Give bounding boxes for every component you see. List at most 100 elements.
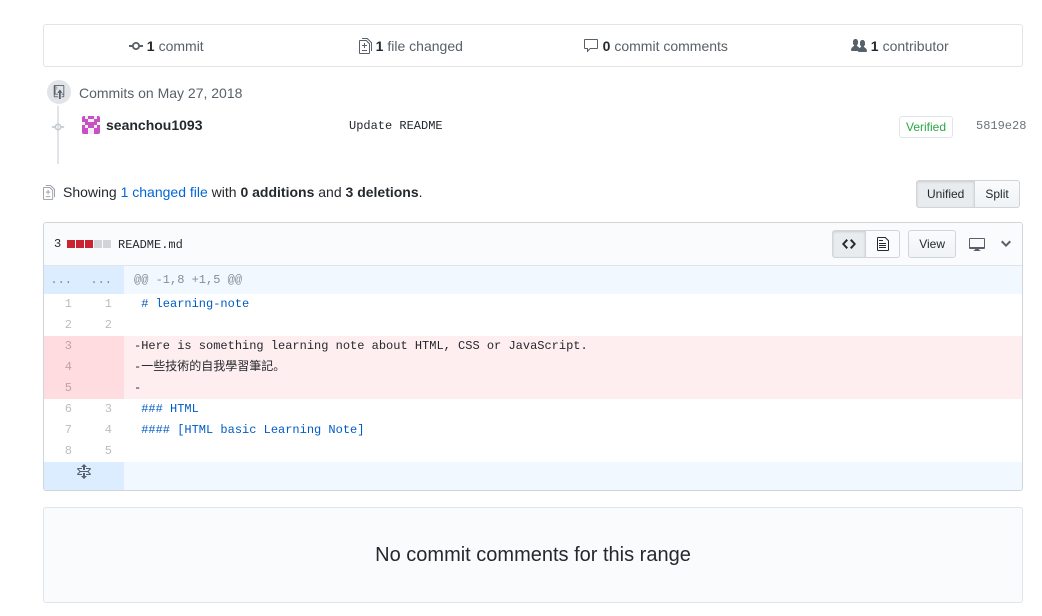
summary-commits[interactable]: 1 commit	[44, 25, 289, 66]
diff-line-text: -一些技術的自我學習筆記。	[134, 360, 286, 374]
new-line-number[interactable]: 4	[84, 420, 124, 441]
hunk-header: @@ -1,8 +1,5 @@	[124, 266, 1022, 294]
contributors-count: 1	[870, 37, 879, 54]
diffstat-block	[85, 240, 94, 248]
contributors-label: contributor	[882, 37, 949, 54]
diff-line-code	[124, 441, 1022, 462]
diff-line-text: # learning-note	[134, 297, 250, 311]
device-desktop-icon[interactable]	[968, 236, 986, 252]
diff-line-text: -	[134, 381, 142, 395]
diff-line-code: -一些技術的自我學習筆記。	[124, 357, 1022, 378]
people-icon	[850, 38, 867, 52]
diff-line-code: -Here is something learning note about H…	[124, 336, 1022, 357]
old-line-number[interactable]: 4	[44, 357, 84, 378]
stats-showing: Showing	[63, 184, 117, 200]
summary-files[interactable]: 1 file changed	[289, 25, 534, 66]
repo-push-icon	[45, 78, 73, 106]
render-toggle	[832, 230, 901, 258]
hunk-old-ellipsis[interactable]: ...	[44, 266, 84, 294]
old-line-number[interactable]: 6	[44, 399, 84, 420]
diff-line-text: ### HTML	[134, 402, 199, 416]
diff-view-toggle: Unified Split	[916, 180, 1020, 208]
diff-line-code: #### [HTML basic Learning Note]	[124, 420, 1022, 441]
file-icon[interactable]	[866, 230, 901, 258]
commit-sha-link[interactable]: 5819e28	[976, 119, 1026, 133]
diffstat: 3	[54, 237, 112, 251]
file-diff-icon	[358, 37, 372, 54]
old-line-number[interactable]: 3	[44, 336, 84, 357]
diff-line-code: ### HTML	[124, 399, 1022, 420]
commits-label: commit	[158, 37, 204, 54]
unfold-icon[interactable]	[44, 462, 124, 490]
diff-line-code: -	[124, 378, 1022, 399]
no-comments-title: No commit comments for this range	[375, 543, 691, 566]
diff-stats: Showing 1 changed file with 0 additions …	[43, 184, 423, 200]
new-line-number[interactable]	[84, 357, 124, 378]
split-view-button[interactable]: Split	[975, 180, 1020, 208]
files-label: file changed	[387, 37, 463, 54]
comment-icon	[583, 38, 598, 52]
expand-row-fill	[124, 462, 1022, 490]
git-commit-icon	[51, 123, 65, 131]
stats-with: with	[211, 184, 237, 200]
old-line-number[interactable]: 1	[44, 294, 84, 315]
diffstat-block	[67, 240, 76, 248]
comments-label: commit comments	[614, 37, 728, 54]
git-commit-icon	[128, 41, 143, 50]
diff-table: ... ... @@ -1,8 +1,5 @@ 11 # learning-no…	[44, 266, 1022, 490]
commits-count: 1	[146, 37, 155, 54]
timeline-line	[57, 104, 59, 164]
new-line-number[interactable]	[84, 378, 124, 399]
diff-line-context: 85	[44, 441, 1022, 462]
file-name-link[interactable]: README.md	[118, 238, 183, 252]
new-line-number[interactable]: 3	[84, 399, 124, 420]
diffstat-count: 3	[54, 237, 62, 251]
diff-line-deletion: 5-	[44, 378, 1022, 399]
file-header: 3 README.md View	[44, 223, 1022, 266]
diff-line-text: -Here is something learning note about H…	[134, 339, 588, 353]
new-line-number[interactable]: 5	[84, 441, 124, 462]
verified-badge[interactable]: Verified	[899, 116, 954, 138]
diffstat-block	[94, 240, 103, 248]
diff-line-deletion: 3 -Here is something learning note about …	[44, 336, 1022, 357]
diff-line-text: #### [HTML basic Learning Note]	[134, 423, 365, 437]
stats-deletions: 3 deletions	[345, 184, 419, 200]
summary-comments[interactable]: 0 commit comments	[533, 25, 778, 66]
summary-contributors[interactable]: 1 contributor	[778, 25, 1023, 66]
no-comments-box: No commit comments for this range	[43, 507, 1023, 603]
unified-view-button[interactable]: Unified	[916, 180, 976, 208]
stats-additions: 0 additions	[240, 184, 315, 200]
view-file-button[interactable]: View	[908, 230, 956, 258]
old-line-number[interactable]: 8	[44, 441, 84, 462]
commit-author-link[interactable]: seanchou1093	[106, 117, 203, 133]
diff-line-context: 63 ### HTML	[44, 399, 1022, 420]
diffstat-block	[76, 240, 85, 248]
new-line-number[interactable]: 2	[84, 315, 124, 336]
commit-group: Commits on May 27, 2018 seanchou1093 Upd…	[43, 76, 1026, 171]
comments-count: 0	[602, 37, 611, 54]
diff-line-context: 11 # learning-note	[44, 294, 1022, 315]
commit-summary-bar: 1 commit 1 file changed 0 commit comment…	[43, 24, 1023, 67]
new-line-number[interactable]	[84, 336, 124, 357]
diff-line-code	[124, 315, 1022, 336]
diff-line-context: 74 #### [HTML basic Learning Note]	[44, 420, 1022, 441]
diffstat-block	[103, 240, 112, 248]
commit-message-link[interactable]: Update README	[349, 119, 443, 133]
stats-period: .	[418, 184, 423, 200]
chevron-down-icon[interactable]	[1000, 236, 1012, 252]
expand-row	[44, 462, 1022, 490]
old-line-number[interactable]: 2	[44, 315, 84, 336]
avatar[interactable]	[82, 116, 100, 134]
code-icon[interactable]	[832, 230, 867, 258]
changed-files-link[interactable]: 1 changed file	[121, 184, 208, 200]
hunk-new-ellipsis[interactable]: ...	[84, 266, 124, 294]
hunk-header-row: ... ... @@ -1,8 +1,5 @@	[44, 266, 1022, 294]
diffstat-blocks	[67, 240, 112, 248]
files-count: 1	[375, 37, 384, 54]
diff-line-context: 22	[44, 315, 1022, 336]
file-diff: 3 README.md View ... ... @@ -1,8 +1,5 @@…	[43, 222, 1023, 491]
old-line-number[interactable]: 5	[44, 378, 84, 399]
file-actions: View	[832, 230, 1012, 258]
old-line-number[interactable]: 7	[44, 420, 84, 441]
new-line-number[interactable]: 1	[84, 294, 124, 315]
